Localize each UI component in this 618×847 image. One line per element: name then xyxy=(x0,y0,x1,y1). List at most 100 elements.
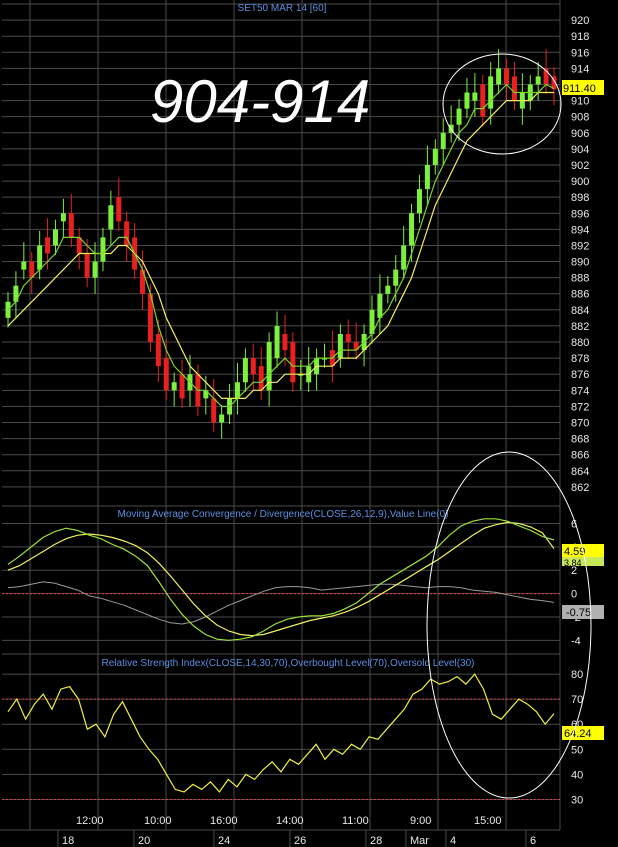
candle-body xyxy=(440,132,446,149)
price-tick-label: 898 xyxy=(571,192,589,204)
price-tick-label: 866 xyxy=(571,450,589,462)
candle-body xyxy=(377,293,383,318)
candle-body xyxy=(258,366,264,391)
price-tick-label: 920 xyxy=(571,15,589,27)
candle-body xyxy=(496,68,502,85)
price-tick-label: 876 xyxy=(571,369,589,381)
rsi-value-label: 64.24 xyxy=(564,728,592,740)
candle-body xyxy=(409,213,415,246)
rsi-tick-label: 30 xyxy=(571,794,583,806)
price-tick-label: 906 xyxy=(571,128,589,140)
overlay-annotation: 904-914 xyxy=(150,68,370,135)
candle-body xyxy=(282,333,288,351)
candle-body xyxy=(393,269,399,286)
price-tick-label: 896 xyxy=(571,208,589,220)
price-tick-label: 890 xyxy=(571,257,589,269)
date-label: 26 xyxy=(294,835,306,847)
rsi-tick-label: 40 xyxy=(571,769,583,781)
candle-body xyxy=(163,358,169,391)
candle-body xyxy=(219,414,225,423)
price-tick-label: 902 xyxy=(571,160,589,172)
signal-value-label: 3.84 xyxy=(564,558,582,568)
candle-body xyxy=(385,285,391,294)
price-tick-label: 916 xyxy=(571,47,589,59)
price-tick-label: 914 xyxy=(571,63,589,75)
time-label: 10:00 xyxy=(144,815,172,827)
candle-body xyxy=(464,92,470,109)
candle-body xyxy=(488,76,494,109)
macd-tick-label: -4 xyxy=(571,635,581,647)
price-tick-label: 910 xyxy=(571,96,589,108)
candle-body xyxy=(432,148,438,165)
candle-body xyxy=(424,164,430,190)
candle-body xyxy=(92,261,98,278)
price-tick-label: 892 xyxy=(571,240,589,252)
rsi-title: Relative Strength Index(CLOSE,14,30,70),… xyxy=(102,658,475,669)
time-label: 16:00 xyxy=(210,815,238,827)
histogram-value-label: -0.75 xyxy=(566,607,591,619)
candle-body xyxy=(250,358,256,375)
price-tick-label: 918 xyxy=(571,31,589,43)
macd-title: Moving Average Convergence / Divergence(… xyxy=(118,509,449,520)
date-label: 6 xyxy=(530,835,536,847)
candle-body xyxy=(504,68,510,85)
candle-body xyxy=(179,374,185,399)
time-label: 11:00 xyxy=(342,815,369,827)
price-tick-label: 904 xyxy=(571,144,589,156)
candle-body xyxy=(456,108,462,125)
candle-body xyxy=(416,189,422,214)
date-label: 24 xyxy=(218,835,230,847)
candle-body xyxy=(108,205,114,230)
time-label: 9:00 xyxy=(410,815,431,827)
time-label: 15:00 xyxy=(474,815,502,827)
price-title: SET50 MAR 14 [60] xyxy=(238,3,327,14)
price-tick-label: 886 xyxy=(571,289,589,301)
candle-body xyxy=(472,92,478,101)
price-tick-label: 882 xyxy=(571,321,589,333)
candle-body xyxy=(211,398,217,423)
rsi-tick-label: 80 xyxy=(571,669,583,681)
price-tick-label: 868 xyxy=(571,434,589,446)
candle-body xyxy=(274,325,280,359)
candle-body xyxy=(290,342,296,383)
candle-body xyxy=(45,237,51,254)
date-label: 28 xyxy=(370,835,382,847)
price-tick-label: 862 xyxy=(571,482,589,494)
candle-body xyxy=(535,76,541,85)
price-tick-label: 908 xyxy=(571,112,589,124)
candle-body xyxy=(5,301,11,318)
macd-tick-label: 0 xyxy=(571,589,577,601)
candle-body xyxy=(511,76,517,101)
candle-body xyxy=(68,213,74,238)
candle-body xyxy=(37,245,43,270)
date-label: Mar xyxy=(410,835,429,847)
price-tick-label: 870 xyxy=(571,418,589,430)
candle-body xyxy=(345,333,351,343)
date-label: 4 xyxy=(450,835,456,847)
candle-body xyxy=(52,229,58,246)
price-tick-label: 894 xyxy=(571,224,589,236)
candle-body xyxy=(337,333,343,359)
candle-body xyxy=(171,382,177,391)
rsi-tick-label: 50 xyxy=(571,744,583,756)
price-tick-label: 864 xyxy=(571,466,589,478)
price-tick-label: 872 xyxy=(571,401,589,413)
last-price-box: 911.40 xyxy=(562,80,604,95)
time-label: 14:00 xyxy=(276,815,304,827)
time-label: 12:00 xyxy=(76,815,104,827)
chart-canvas: SET50 MAR 14 [60] 9209189169149129109089… xyxy=(0,0,618,847)
date-label: 20 xyxy=(138,835,150,847)
candle-body xyxy=(116,197,122,222)
candle-body xyxy=(100,237,106,262)
candle-body xyxy=(155,333,161,367)
price-tick-label: 878 xyxy=(571,353,589,365)
candle-body xyxy=(480,84,486,117)
date-label: 18 xyxy=(62,835,74,847)
candle-body xyxy=(21,261,27,270)
candle-body xyxy=(401,245,407,270)
candle-body xyxy=(60,213,66,222)
price-tick-label: 874 xyxy=(571,385,589,397)
price-tick-label: 900 xyxy=(571,176,589,188)
candle-body xyxy=(242,358,248,383)
price-tick-label: 884 xyxy=(571,305,589,317)
